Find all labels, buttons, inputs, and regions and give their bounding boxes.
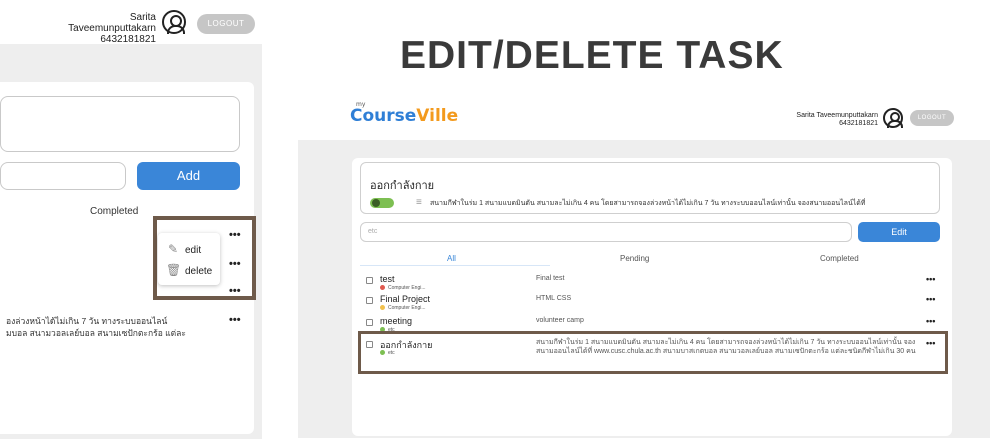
task-name: test: [380, 274, 395, 284]
more-options-icon[interactable]: •••: [926, 294, 935, 304]
description-icon: ≡: [416, 197, 422, 208]
task-description: Final test: [536, 275, 565, 282]
highlight-box: [358, 331, 948, 374]
user-info: Sarita Taveemunputtakarn 6432181821: [766, 112, 878, 128]
category-dot-icon: [380, 305, 385, 310]
add-button[interactable]: Add: [137, 162, 240, 190]
tab-underline: [360, 265, 550, 266]
task-category: Computer Engi...: [380, 305, 426, 311]
task-name: Final Project: [380, 294, 431, 304]
left-user-info: Sarita Taveemunputtakarn 6432181821: [40, 12, 156, 45]
left-task-description: องล่วงหน้าได้ไม่เกิน 7 วัน ทางระบบออนไลน…: [6, 315, 196, 339]
tab-pending[interactable]: Pending: [620, 254, 649, 263]
avatar-icon[interactable]: [162, 10, 186, 34]
task-category-label: Computer Engi...: [388, 305, 426, 311]
edit-button[interactable]: Edit: [858, 222, 940, 242]
menu-delete-label: delete: [185, 266, 213, 277]
task-category-label: Computer Engi...: [388, 285, 426, 291]
task-options-menu: ✎ edit 🗑 delete: [158, 233, 220, 285]
menu-item-edit[interactable]: ✎ edit: [166, 242, 201, 256]
user-name: Sarita Taveemunputtakarn: [796, 112, 878, 119]
logo-course: Course: [350, 106, 417, 126]
user-id: 6432181821: [839, 120, 878, 127]
tab-completed[interactable]: Completed: [820, 254, 859, 263]
more-options-icon[interactable]: •••: [926, 316, 935, 326]
left-description-textarea[interactable]: [0, 96, 240, 152]
more-options-icon[interactable]: •••: [229, 314, 241, 326]
menu-item-delete[interactable]: 🗑 delete: [166, 263, 212, 277]
menu-edit-label: edit: [185, 245, 202, 256]
task-row[interactable]: test Computer Engi... Final test •••: [360, 274, 940, 294]
task-description: HTML CSS: [536, 295, 572, 302]
edit-task-description[interactable]: สนามกีฬาในร่ม 1 สนามแบดมินตัน สนามละไม่เ…: [430, 198, 940, 209]
tab-all[interactable]: All: [447, 254, 456, 263]
status-toggle[interactable]: [370, 198, 394, 208]
courseville-logo: my CourseVille: [350, 101, 459, 126]
left-user-name: Sarita Taveemunputtakarn: [68, 12, 156, 34]
more-options-icon[interactable]: •••: [926, 274, 935, 284]
category-dot-icon: [380, 285, 385, 290]
category-input[interactable]: etc: [360, 222, 852, 242]
task-checkbox[interactable]: [366, 297, 373, 304]
left-user-id: 6432181821: [100, 34, 156, 45]
pencil-icon: ✎: [167, 242, 179, 256]
logo-my: my: [356, 101, 366, 108]
page-title: EDIT/DELETE TASK: [400, 34, 784, 77]
task-row[interactable]: meeting etc volunteer camp •••: [360, 316, 940, 333]
task-description: volunteer camp: [536, 317, 584, 324]
task-row[interactable]: Final Project Computer Engi... HTML CSS …: [360, 294, 940, 314]
logout-button[interactable]: LOGOUT: [910, 110, 954, 126]
app-screenshot: my CourseVille Sarita Taveemunputtakarn …: [298, 98, 990, 438]
edit-task-title[interactable]: ออกกำลังกาย: [370, 176, 434, 194]
task-checkbox[interactable]: [366, 277, 373, 284]
task-category: Computer Engi...: [380, 285, 426, 291]
left-desc-line-1: องล่วงหน้าได้ไม่เกิน 7 วัน ทางระบบออนไลน…: [6, 316, 168, 326]
avatar-icon[interactable]: [883, 108, 903, 128]
left-crop-panel: Sarita Taveemunputtakarn 6432181821 LOGO…: [0, 0, 262, 439]
left-logout-button[interactable]: LOGOUT: [197, 14, 255, 34]
logo-ville: Ville: [416, 106, 459, 126]
task-checkbox[interactable]: [366, 319, 373, 326]
tab-completed[interactable]: Completed: [90, 206, 138, 217]
left-desc-line-2: มบอล สนามวอลเลย์บอล สนามเซปักตะกร้อ แต่ล…: [6, 328, 186, 338]
task-name: meeting: [380, 316, 413, 326]
left-category-input[interactable]: [0, 162, 126, 190]
trash-icon: 🗑: [166, 263, 182, 277]
